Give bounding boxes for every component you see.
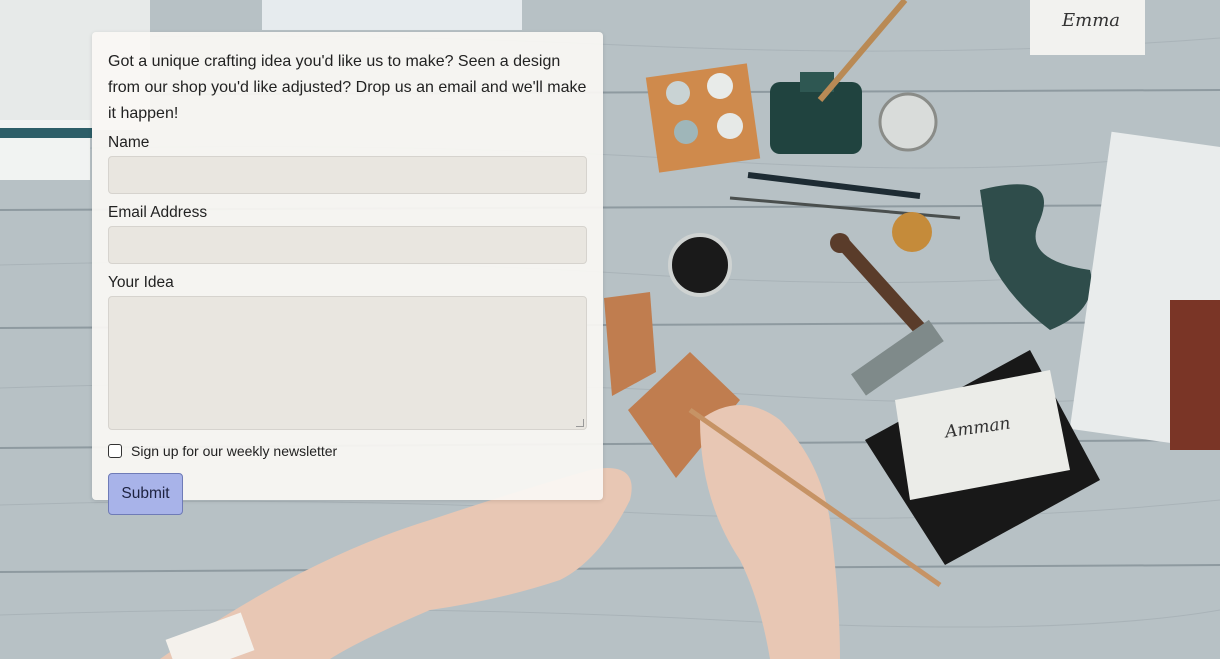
intro-text: Got a unique crafting idea you'd like us… xyxy=(108,53,587,122)
newsletter-label[interactable]: Sign up for our weekly newsletter xyxy=(131,443,337,459)
idea-form: Got a unique crafting idea you'd like us… xyxy=(92,32,603,515)
submit-button[interactable]: Submit xyxy=(108,473,183,515)
name-input[interactable] xyxy=(108,156,587,194)
email-label: Email Address xyxy=(108,204,208,221)
email-input[interactable] xyxy=(108,226,587,264)
resize-grip-icon[interactable] xyxy=(576,419,584,427)
newsletter-checkbox[interactable] xyxy=(108,444,122,458)
card-text-right: Emma xyxy=(1062,10,1121,31)
newsletter-row[interactable]: Sign up for our weekly newsletter xyxy=(108,442,587,460)
idea-label: Your Idea xyxy=(108,274,174,291)
idea-textarea[interactable] xyxy=(108,296,587,430)
name-label: Name xyxy=(108,134,150,151)
